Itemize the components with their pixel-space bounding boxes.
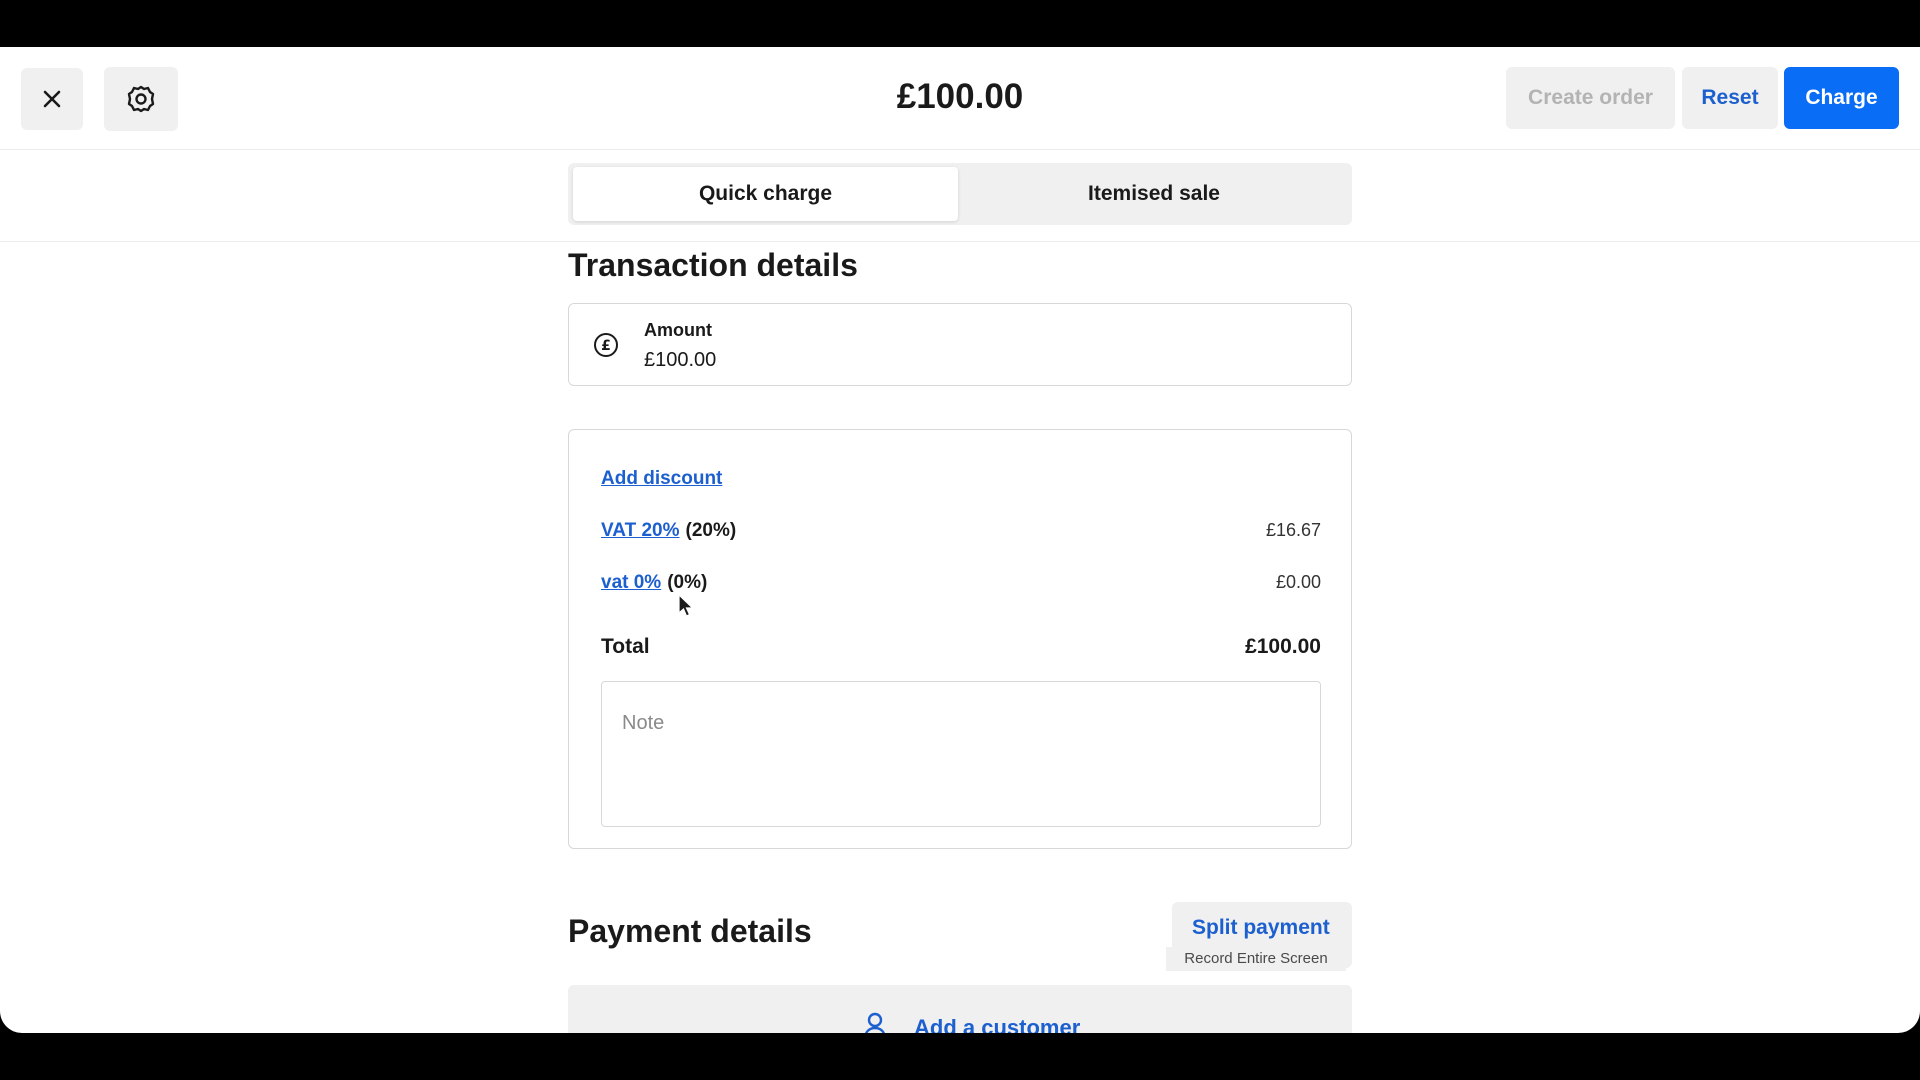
add-customer-label: Add a customer xyxy=(914,1015,1081,1033)
add-customer-button[interactable]: Add a customer xyxy=(568,985,1352,1033)
summary-card: Add discount VAT 20% (20%) £16.67 vat 0% (… xyxy=(568,429,1352,849)
tax-row: vat 0% (0%) £0.00 xyxy=(601,572,1321,598)
charge-button[interactable]: Charge xyxy=(1784,67,1899,129)
tabs-bar: Quick charge Itemised sale xyxy=(0,150,1920,242)
total-label: Total xyxy=(601,635,650,658)
tax-amount: £16.67 xyxy=(1265,520,1321,540)
tax-name-link[interactable]: vat 0% xyxy=(601,572,661,593)
tab-itemised-sale[interactable]: Itemised sale xyxy=(961,167,1347,221)
total-value: £100.00 xyxy=(1245,635,1321,658)
create-order-button[interactable]: Create order xyxy=(1506,67,1675,129)
tax-row: VAT 20% (20%) £16.67 xyxy=(601,520,1321,546)
close-button[interactable] xyxy=(21,68,83,130)
mouse-cursor-icon xyxy=(678,594,694,617)
close-icon xyxy=(43,90,61,108)
note-field[interactable] xyxy=(601,681,1321,827)
payment-details-heading: Payment details xyxy=(568,913,812,949)
transaction-details-heading: Transaction details xyxy=(568,247,858,283)
tax-name-link[interactable]: VAT 20% xyxy=(601,520,680,541)
tax-rate: (20%) xyxy=(685,520,737,541)
tab-quick-charge[interactable]: Quick charge xyxy=(573,167,958,221)
settings-button[interactable] xyxy=(104,67,178,131)
amount-label: Amount xyxy=(644,320,712,340)
record-screen-tooltip: Record Entire Screen xyxy=(1166,947,1346,971)
tax-rate: (0%) xyxy=(667,572,708,593)
amount-field[interactable]: £ Amount £100.00 xyxy=(568,303,1352,386)
amount-value[interactable]: £100.00 xyxy=(644,349,716,372)
total-row: Total £100.00 xyxy=(601,635,1321,659)
tax-amount: £0.00 xyxy=(1275,572,1321,592)
sale-type-toggle: Quick charge Itemised sale xyxy=(568,163,1352,225)
gear-icon xyxy=(127,85,155,113)
svg-text:£: £ xyxy=(601,338,611,354)
top-bar: £100.00 Create order Reset Charge xyxy=(0,47,1920,150)
split-payment-label: Split payment xyxy=(1192,916,1330,939)
person-icon xyxy=(864,1012,886,1033)
add-discount-link[interactable]: Add discount xyxy=(601,468,722,490)
pound-icon: £ xyxy=(594,333,618,357)
app-window: £100.00 Create order Reset Charge Quick … xyxy=(0,47,1920,1033)
reset-button[interactable]: Reset xyxy=(1682,67,1778,129)
